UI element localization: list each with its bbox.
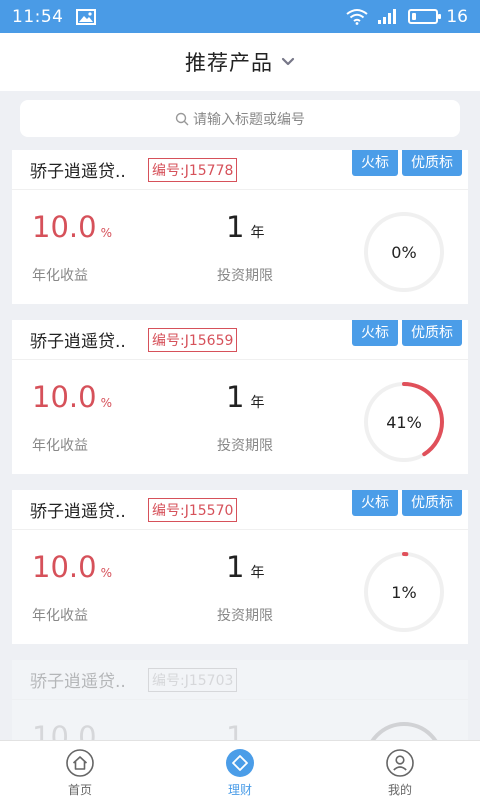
battery-icon [408, 9, 442, 24]
search-placeholder: 请输入标题或编号 [193, 111, 305, 128]
status-bar: 11:54 16 [0, 0, 480, 33]
tab-home[interactable]: 首页 [0, 741, 160, 800]
battery-level: 16 [446, 6, 468, 27]
term-label: 投资期限 [217, 608, 273, 624]
product-code: 编号:J15703 [148, 667, 238, 692]
chevron-down-icon[interactable] [281, 55, 295, 69]
annual-rate: 10.0% [32, 550, 112, 584]
rate-unit: % [100, 226, 112, 240]
card-header: 骄子逍遥贷.. 编号:J15659 火标 优质标 [12, 320, 468, 360]
progress-ring: 1% [362, 550, 446, 634]
rate-value: 10.0 [32, 380, 97, 414]
image-icon [75, 8, 96, 25]
tag-hot: 火标 [352, 490, 398, 516]
tag-group: 火标 优质标 [352, 490, 462, 516]
investment-term: 1年 [226, 550, 264, 584]
product-code: 编号:J15570 [148, 497, 238, 522]
page-title[interactable]: 推荐产品 [185, 47, 273, 77]
tab-mine[interactable]: 我的 [320, 741, 480, 800]
card-header: 骄子逍遥贷.. 编号:J15570 火标 优质标 [12, 490, 468, 530]
rate-label: 年化收益 [32, 438, 88, 454]
tag-premium: 优质标 [402, 490, 462, 516]
bottom-tab-bar: 首页 理财 我的 [0, 740, 480, 800]
home-icon [66, 749, 94, 777]
product-name: 骄子逍遥贷.. [30, 502, 126, 522]
tag-premium: 优质标 [402, 320, 462, 346]
progress-ring: 0% [362, 210, 446, 294]
search-icon [175, 112, 189, 125]
tag-premium: 优质标 [402, 150, 462, 176]
tag-hot: 火标 [352, 150, 398, 176]
product-code: 编号:J15659 [148, 327, 238, 352]
tab-mine-label: 我的 [387, 783, 412, 797]
rate-label: 年化收益 [32, 268, 88, 284]
card-header: 骄子逍遥贷.. 编号:J15778 火标 优质标 [12, 150, 468, 190]
user-icon [386, 749, 414, 777]
progress-percent: 1% [391, 582, 417, 602]
product-card[interactable]: 骄子逍遥贷.. 编号:J15778 火标 优质标 10.0% 年化收益 1年 投… [12, 150, 468, 304]
tab-finance-label: 理财 [227, 783, 252, 797]
progress-percent: 0% [391, 242, 417, 262]
page-header[interactable]: 推荐产品 [0, 33, 480, 91]
diamond-icon [226, 749, 254, 777]
product-card[interactable]: 骄子逍遥贷.. 编号:J15570 火标 优质标 10.0% 年化收益 1年 投… [12, 490, 468, 644]
tag-hot: 火标 [352, 320, 398, 346]
investment-term: 1年 [226, 210, 264, 244]
term-value: 1 [226, 210, 245, 244]
signal-icon [378, 9, 397, 24]
term-unit: 年 [250, 565, 265, 581]
product-card[interactable]: 骄子逍遥贷.. 编号:J15659 火标 优质标 10.0% 年化收益 1年 投… [12, 320, 468, 474]
product-name: 骄子逍遥贷.. [30, 332, 126, 352]
card-header: 骄子逍遥贷.. 编号:J15703 [12, 660, 468, 700]
wifi-icon [346, 9, 368, 25]
term-value: 1 [226, 380, 245, 414]
rate-value: 10.0 [32, 210, 97, 244]
status-time: 11:54 [12, 6, 64, 27]
annual-rate: 10.0% [32, 210, 112, 244]
tag-group: 火标 优质标 [352, 150, 462, 176]
investment-term: 1年 [226, 380, 264, 414]
tag-group: 火标 优质标 [352, 320, 462, 346]
progress-ring: 41% [362, 380, 446, 464]
product-code: 编号:J15778 [148, 157, 238, 182]
term-label: 投资期限 [217, 438, 273, 454]
annual-rate: 10.0% [32, 380, 112, 414]
rate-unit: % [100, 396, 112, 410]
product-name: 骄子逍遥贷.. [30, 672, 126, 692]
progress-percent: 41% [386, 412, 422, 432]
product-name: 骄子逍遥贷.. [30, 162, 126, 182]
rate-unit: % [100, 566, 112, 580]
tab-home-label: 首页 [67, 783, 92, 797]
rate-label: 年化收益 [32, 608, 88, 624]
search-input[interactable]: 请输入标题或编号 [20, 100, 460, 137]
term-unit: 年 [250, 225, 265, 241]
tab-finance[interactable]: 理财 [160, 741, 320, 800]
term-unit: 年 [250, 395, 265, 411]
term-label: 投资期限 [217, 268, 273, 284]
rate-value: 10.0 [32, 550, 97, 584]
term-value: 1 [226, 550, 245, 584]
